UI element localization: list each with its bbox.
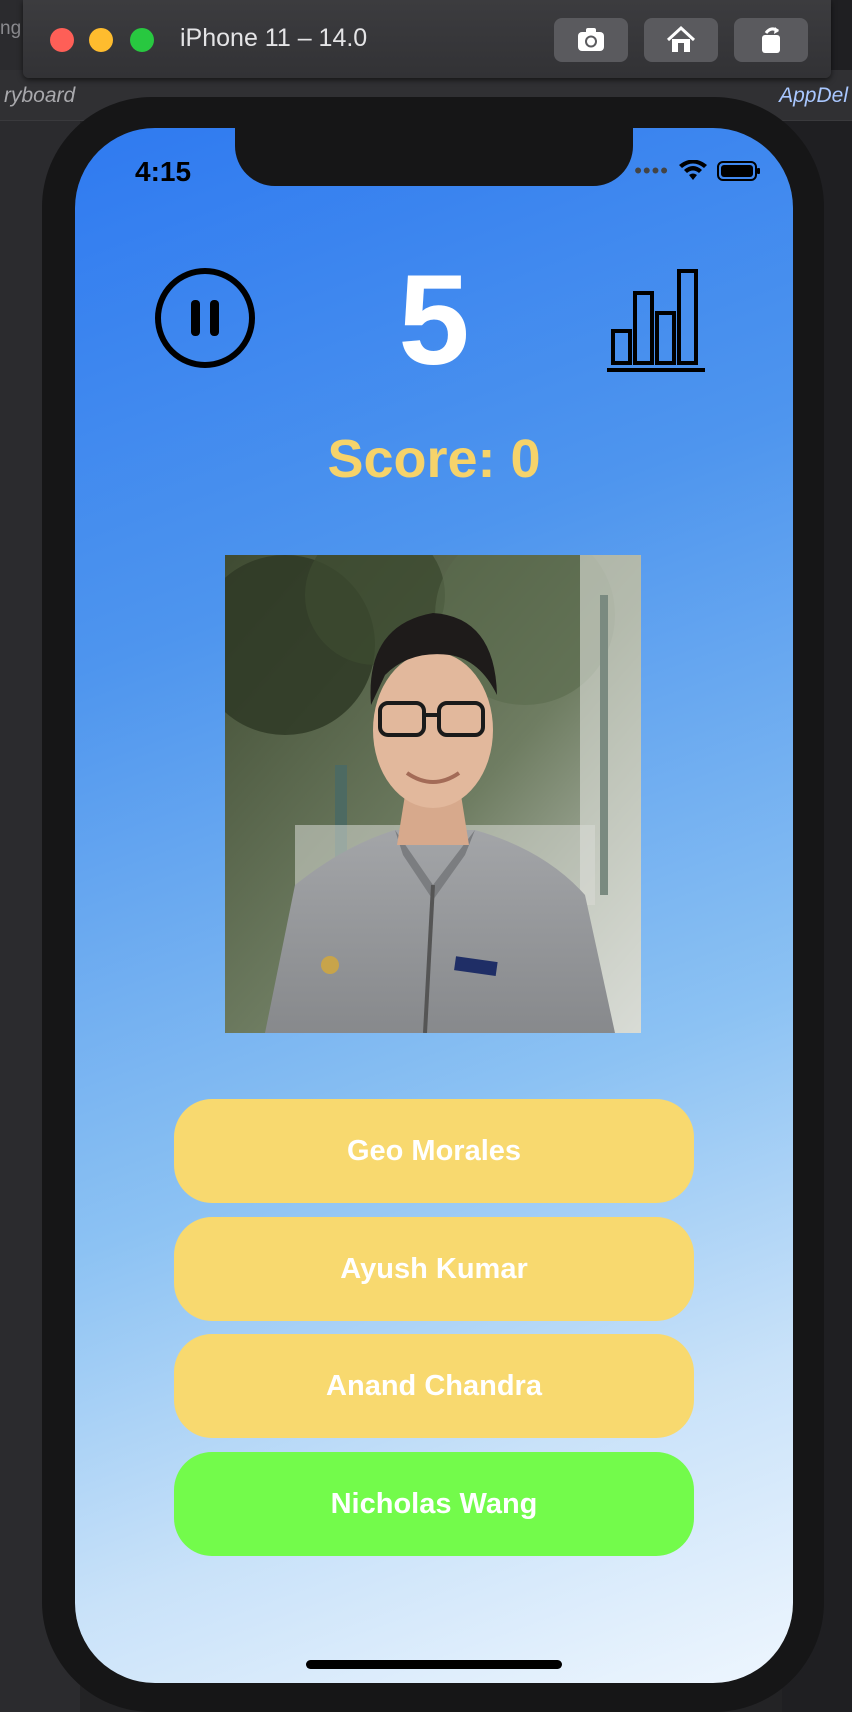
simulator-titlebar: iPhone 11 – 14.0 [23,0,831,78]
simulator-title: iPhone 11 – 14.0 [180,24,368,52]
answer-button-3[interactable]: Anand Chandra [174,1334,694,1438]
status-time: 4:15 [135,156,192,187]
answer-button-4-correct[interactable]: Nicholas Wang [174,1452,694,1556]
xcode-appdelegate-tab[interactable]: AppDel [779,84,848,108]
xcode-storyboard-tab[interactable]: ryboard [4,84,75,108]
rotate-button[interactable] [734,18,808,62]
close-window-button[interactable] [50,28,74,52]
pause-icon [191,300,200,336]
home-button[interactable] [644,18,718,62]
answer-button-1[interactable]: Geo Morales [174,1099,694,1203]
pause-button[interactable] [155,268,255,368]
status-icons: •••• [634,158,761,184]
desktop: ng ryboard AppDel iPhone 11 – 14.0 4:15 … [0,0,852,1712]
zoom-window-button[interactable] [130,28,154,52]
minimize-window-button[interactable] [89,28,113,52]
home-indicator[interactable] [306,1660,562,1669]
xcode-left-top-text: ng [0,18,22,39]
rotate-icon [762,27,780,53]
score-label: Score: 0 [327,429,541,489]
portrait-image [225,555,641,1033]
answer-button-2[interactable]: Ayush Kumar [174,1217,694,1321]
notch [235,128,633,186]
screenshot-button[interactable] [554,18,628,62]
countdown-timer: 5 [398,249,470,392]
bar-chart-icon [607,269,705,372]
stats-button[interactable] [605,266,715,376]
wifi-icon [679,160,707,180]
screenshot-icon [578,28,604,51]
battery-icon [717,161,760,181]
member-photo [225,555,641,1033]
app-screen: 4:15 •••• 5 Score: 0 Geo Morales Ayush K… [75,128,793,1683]
pause-icon-bar [210,300,219,336]
home-icon [666,25,696,52]
cellular-dots-icon: •••• [634,158,669,183]
